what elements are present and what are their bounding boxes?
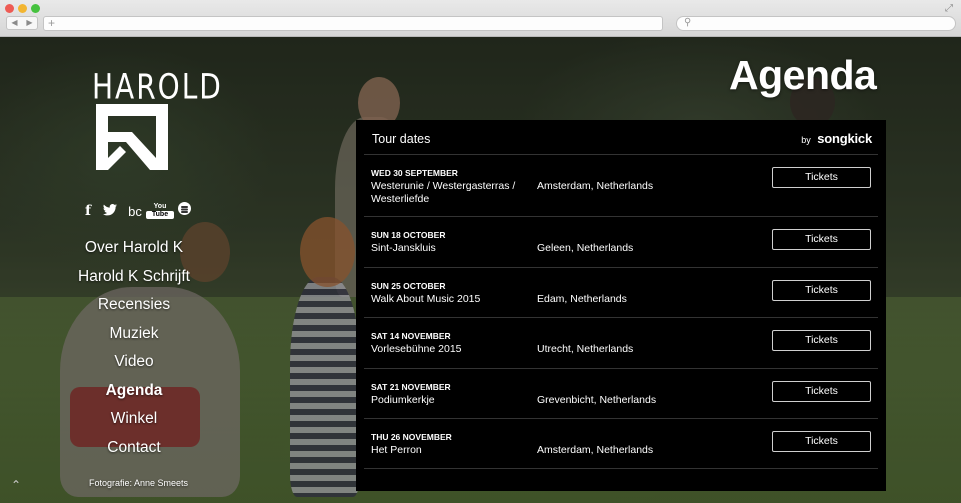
- event-location: Amsterdam, Netherlands: [537, 180, 654, 192]
- close-window-button[interactable]: [5, 4, 14, 13]
- maximize-window-button[interactable]: [31, 4, 40, 13]
- tickets-button[interactable]: Tickets: [772, 229, 871, 250]
- spotify-icon[interactable]: [174, 202, 194, 220]
- agenda-title: Tour dates: [372, 132, 431, 146]
- tickets-button[interactable]: Tickets: [772, 279, 871, 301]
- nav-item-video[interactable]: Video: [64, 351, 204, 380]
- site-logo[interactable]: HAROLD: [92, 66, 221, 170]
- social-links: f bc You Tube: [80, 202, 194, 220]
- address-bar[interactable]: +: [43, 16, 663, 31]
- facebook-icon[interactable]: f: [80, 203, 96, 219]
- tickets-button[interactable]: Tickets: [772, 167, 871, 188]
- nav-item-contact[interactable]: Contact: [64, 437, 204, 466]
- event-location: Geleen, Netherlands: [537, 242, 634, 254]
- agenda-panel: Tour dates by songkick WED 30 SEPTEMBER …: [356, 120, 886, 491]
- youtube-icon-top: You: [153, 203, 167, 210]
- forward-button[interactable]: ▶: [22, 17, 37, 29]
- new-tab-icon[interactable]: +: [48, 16, 55, 30]
- event-location: Utrecht, Netherlands: [537, 343, 634, 355]
- event-row: SUN 25 OCTOBER Walk About Music 2015 Eda…: [364, 266, 878, 318]
- event-row: THU 26 NOVEMBER Het Perron Amsterdam, Ne…: [364, 418, 878, 469]
- browser-toolbar: ◀ ▶ + ⚲ ⤢: [0, 0, 961, 37]
- youtube-icon[interactable]: You Tube: [146, 203, 174, 219]
- back-button[interactable]: ◀: [7, 17, 22, 29]
- event-row: SAT 14 NOVEMBER Vorlesebühne 2015 Utrech…: [364, 317, 878, 368]
- songkick-brand[interactable]: by songkick: [801, 130, 872, 148]
- search-field[interactable]: ⚲: [676, 16, 956, 31]
- logo-k-mark: [96, 104, 168, 170]
- nav-item-recensies[interactable]: Recensies: [64, 294, 204, 323]
- nav-item-winkel[interactable]: Winkel: [64, 408, 204, 437]
- logo-text: HAROLD: [92, 66, 223, 108]
- tickets-button[interactable]: Tickets: [772, 330, 871, 351]
- nav-item-agenda[interactable]: Agenda: [64, 380, 204, 409]
- scroll-to-top-icon[interactable]: ⌃: [11, 478, 21, 492]
- expand-icon[interactable]: ⤢: [945, 3, 953, 14]
- event-row: SUN 18 OCTOBER Sint-Janskluis Geleen, Ne…: [364, 216, 878, 267]
- event-venue[interactable]: Vorlesebühne 2015: [371, 343, 531, 356]
- photo-credit: Fotografie: Anne Smeets: [89, 478, 189, 488]
- event-date: SUN 25 OCTOBER: [371, 280, 446, 291]
- tickets-button[interactable]: Tickets: [772, 380, 871, 402]
- event-row: SAT 21 NOVEMBER Podiumkerkje Grevenbicht…: [364, 367, 878, 419]
- event-venue[interactable]: Westerunie / Westergasterras / Westerlie…: [371, 180, 531, 205]
- page-title: Agenda: [729, 52, 877, 98]
- youtube-icon-bottom: Tube: [146, 211, 174, 219]
- event-row: WED 30 SEPTEMBER Westerunie / Westergast…: [364, 154, 878, 216]
- search-icon: ⚲: [684, 17, 692, 28]
- event-location: Grevenbicht, Netherlands: [537, 393, 657, 406]
- event-date: WED 30 SEPTEMBER: [371, 168, 458, 178]
- event-venue[interactable]: Sint-Janskluis: [371, 242, 531, 255]
- event-venue[interactable]: Walk About Music 2015: [371, 293, 531, 306]
- event-venue[interactable]: Het Perron: [371, 444, 531, 457]
- event-location: Edam, Netherlands: [537, 292, 627, 305]
- event-date: THU 26 NOVEMBER: [371, 432, 452, 442]
- event-list: WED 30 SEPTEMBER Westerunie / Westergast…: [364, 154, 878, 469]
- event-date: SAT 21 NOVEMBER: [371, 381, 451, 392]
- main-navigation: Over Harold K Harold K Schrijft Recensie…: [64, 237, 204, 465]
- tickets-button[interactable]: Tickets: [772, 431, 871, 452]
- event-venue[interactable]: Podiumkerkje: [371, 394, 531, 407]
- twitter-icon[interactable]: [96, 203, 124, 219]
- agenda-header: Tour dates by songkick: [372, 130, 872, 154]
- nav-item-harold-k-schrijft[interactable]: Harold K Schrijft: [64, 266, 204, 295]
- nav-item-over-harold-k[interactable]: Over Harold K: [64, 237, 204, 266]
- event-date: SUN 18 OCTOBER: [371, 230, 446, 240]
- brand-by: by: [801, 135, 811, 145]
- minimize-window-button[interactable]: [18, 4, 27, 13]
- nav-item-muziek[interactable]: Muziek: [64, 323, 204, 352]
- songkick-logo: songkick: [817, 131, 872, 146]
- bandcamp-icon[interactable]: bc: [124, 204, 146, 219]
- event-date: SAT 14 NOVEMBER: [371, 331, 451, 341]
- event-location: Amsterdam, Netherlands: [537, 444, 654, 456]
- history-nav: ◀ ▶: [6, 16, 38, 30]
